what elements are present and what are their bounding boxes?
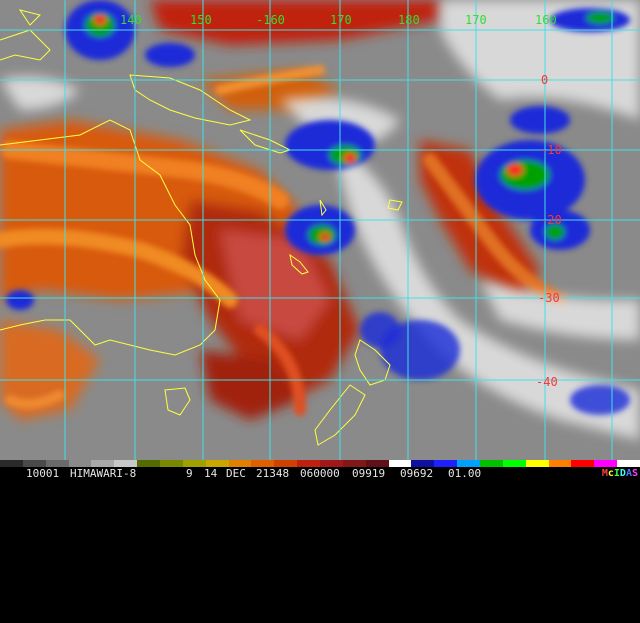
lat-label-20: -20 — [540, 213, 562, 227]
lon-label-160w: 160 — [535, 13, 557, 27]
satellite-imagery-map: 140 150 -160 170 180 170 160 0 -10 -20 -… — [0, 0, 640, 460]
lon-label-140: 140 — [120, 13, 142, 27]
status-field-band: 9 — [186, 467, 193, 480]
lon-label-170w: 170 — [465, 13, 487, 27]
lat-label-10: -10 — [540, 143, 562, 157]
status-text: 10001 HIMAWARI-8 9 14 DEC 21348 060000 0… — [0, 467, 640, 480]
status-field-time: 060000 — [300, 467, 340, 480]
status-field-julian-date: 21348 — [256, 467, 290, 480]
lat-label-30: -30 — [538, 291, 560, 305]
status-field-satellite: HIMAWARI-8 — [70, 467, 137, 480]
status-field-month: DEC — [226, 467, 246, 480]
status-field-line: 09919 — [352, 467, 386, 480]
status-field-resolution: 01.00 — [448, 467, 482, 480]
lat-label-40: -40 — [536, 375, 558, 389]
mcidas-logo-text: McIDAS — [601, 468, 638, 479]
lon-label-180: 180 — [398, 13, 420, 27]
status-field-day: 14 — [204, 467, 218, 480]
status-bar: 10001 HIMAWARI-8 9 14 DEC 21348 060000 0… — [0, 460, 640, 480]
mcidas-logo: McIDAS — [602, 467, 638, 480]
lon-label-160: -160 — [256, 13, 285, 27]
status-field-id: 10001 — [26, 467, 60, 480]
lon-label-170: 170 — [330, 13, 352, 27]
lon-label-150: 150 — [190, 13, 212, 27]
status-field-element: 09692 — [400, 467, 434, 480]
lat-label-0: 0 — [541, 73, 548, 87]
